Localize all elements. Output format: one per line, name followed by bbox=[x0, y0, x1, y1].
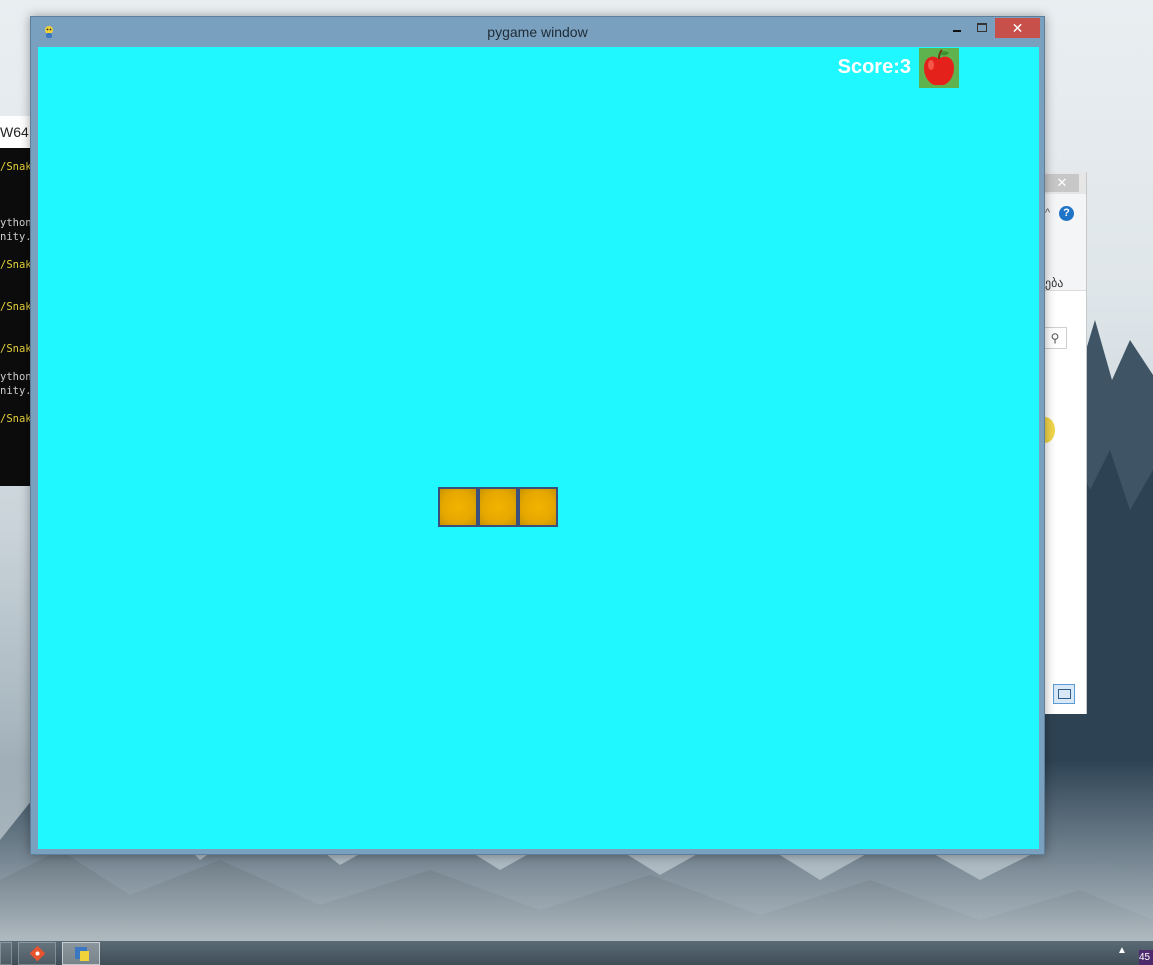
taskbar-git-app[interactable] bbox=[18, 942, 56, 965]
python-app-icon bbox=[75, 947, 89, 961]
taskbar-item[interactable] bbox=[0, 942, 12, 965]
snake-segment bbox=[478, 487, 518, 527]
taskbar: ▲ bbox=[0, 941, 1153, 965]
window-titlebar[interactable]: pygame window ✕ bbox=[31, 17, 1044, 47]
score-label: Score:3 bbox=[837, 56, 911, 78]
console-window[interactable]: W64 /Snak ython nity. /Snak /Snak /Snak … bbox=[0, 116, 30, 486]
console-line: /Snak bbox=[0, 413, 30, 425]
view-toggle-icon[interactable] bbox=[1053, 684, 1075, 704]
console-line: /Snak bbox=[0, 161, 30, 173]
folder-item-thumbnail[interactable] bbox=[1045, 417, 1055, 443]
pygame-window[interactable]: pygame window ✕ Score:3 bbox=[30, 16, 1045, 855]
explorer-window[interactable]: ✕ ^ ? ება ⚲ bbox=[1045, 172, 1087, 714]
console-line: ython bbox=[0, 217, 30, 229]
apple-icon bbox=[924, 49, 954, 86]
explorer-close-button[interactable]: ✕ bbox=[1045, 174, 1079, 192]
snake-segment bbox=[438, 487, 478, 527]
maximize-button[interactable] bbox=[971, 18, 997, 38]
window-title: pygame window bbox=[487, 24, 588, 40]
apple-tile bbox=[919, 48, 959, 88]
help-icon[interactable]: ? bbox=[1059, 206, 1074, 221]
explorer-ribbon-label: ება bbox=[1045, 276, 1064, 290]
console-title: W64 bbox=[0, 116, 30, 148]
tray-overflow-icon[interactable]: ▲ bbox=[1117, 945, 1127, 956]
desktop-background: W64 /Snak ython nity. /Snak /Snak /Snak … bbox=[0, 0, 1153, 965]
git-icon bbox=[29, 945, 46, 962]
explorer-titlebar: ✕ bbox=[1045, 172, 1086, 194]
taskbar-clock[interactable]: 45 bbox=[1139, 950, 1153, 965]
console-line: /Snak bbox=[0, 343, 30, 355]
ribbon-collapse-icon[interactable]: ^ bbox=[1045, 207, 1050, 219]
console-line: nity. bbox=[0, 385, 30, 397]
snake-head bbox=[518, 487, 558, 527]
pygame-snake-icon bbox=[45, 26, 53, 38]
minimize-button[interactable] bbox=[945, 18, 971, 38]
game-canvas[interactable]: Score:3 bbox=[38, 47, 1039, 849]
close-button[interactable]: ✕ bbox=[995, 18, 1040, 38]
taskbar-pygame-app[interactable] bbox=[62, 942, 100, 965]
console-line: nity. bbox=[0, 231, 30, 243]
console-line: /Snak bbox=[0, 259, 30, 271]
console-line: ython bbox=[0, 371, 30, 383]
console-line: /Snak bbox=[0, 301, 30, 313]
search-icon[interactable]: ⚲ bbox=[1045, 327, 1067, 349]
